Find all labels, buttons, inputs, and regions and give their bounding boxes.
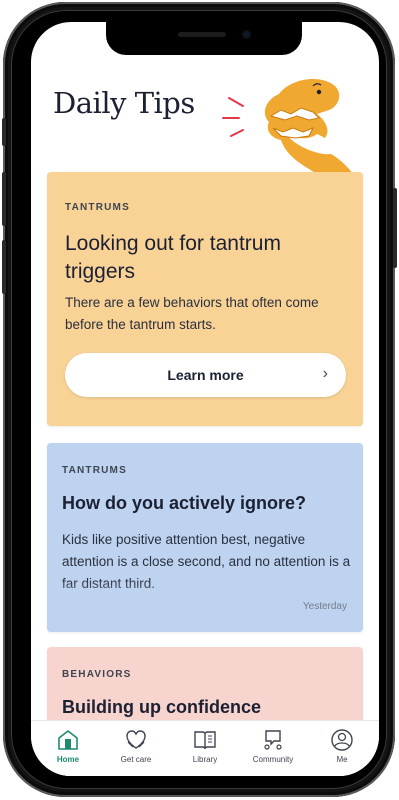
- learn-more-button[interactable]: Learn more ›: [65, 353, 346, 397]
- page-title: Daily Tips: [53, 86, 195, 120]
- tab-label: Get care: [120, 755, 152, 764]
- card-title: Looking out for tantrum triggers: [65, 232, 281, 283]
- bottom-tab-bar: Home Get care Library Community Me: [31, 720, 379, 776]
- community-icon: [264, 730, 282, 750]
- chevron-right-icon: ›: [322, 365, 328, 382]
- side-button: [2, 118, 6, 146]
- camera: [242, 30, 251, 39]
- tab-community[interactable]: Community: [243, 728, 303, 764]
- learn-more-label: Learn more: [167, 367, 244, 383]
- dinosaur-illustration: [222, 79, 353, 174]
- tab-label: Library: [192, 755, 218, 764]
- profile-icon: [331, 729, 353, 751]
- side-button: [2, 172, 6, 226]
- tip-card[interactable]: TANTRUMS Looking out for tantrum trigger…: [47, 172, 363, 426]
- card-category: TANTRUMS: [62, 465, 127, 476]
- card-title: Building up confidence: [62, 697, 261, 717]
- tab-me[interactable]: Me: [312, 728, 372, 764]
- book-icon: [194, 731, 216, 750]
- tab-label: Community: [252, 755, 294, 764]
- tab-get-care[interactable]: Get care: [106, 728, 166, 764]
- heart-hands-icon: [126, 730, 146, 749]
- tab-label: Home: [56, 755, 80, 764]
- card-description: There are a few behaviors that often com…: [65, 295, 319, 332]
- tab-home[interactable]: Home: [38, 728, 98, 764]
- card-title: How do you actively ignore?: [62, 493, 307, 513]
- home-icon: [58, 730, 78, 750]
- notch: [106, 22, 302, 55]
- app-screen: Daily Tips TANTRUMS Looking out for tant…: [31, 22, 379, 776]
- card-category: TANTRUMS: [65, 202, 130, 213]
- card-timestamp: Yesterday: [302, 601, 347, 612]
- tab-label: Me: [336, 755, 348, 764]
- card-category: BEHAVIORS: [62, 669, 132, 680]
- side-button: [2, 240, 6, 294]
- speaker: [178, 32, 226, 37]
- tip-card[interactable]: TANTRUMS How do you actively ignore? Kid…: [47, 443, 363, 632]
- tab-library[interactable]: Library: [175, 728, 235, 764]
- side-button: [393, 188, 397, 268]
